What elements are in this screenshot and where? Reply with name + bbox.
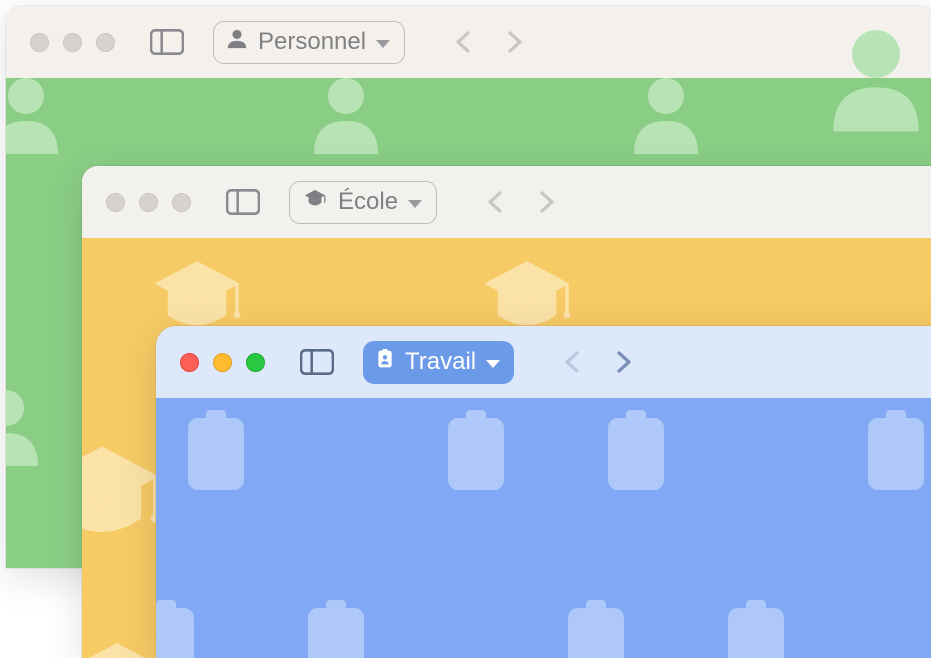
nav-arrows bbox=[453, 30, 525, 54]
profile-label: Travail bbox=[405, 348, 476, 376]
profile-label: École bbox=[338, 188, 398, 216]
back-button[interactable] bbox=[485, 190, 507, 214]
traffic-lights bbox=[106, 193, 191, 212]
content-area bbox=[156, 398, 931, 658]
forward-button[interactable] bbox=[503, 30, 525, 54]
close-button[interactable] bbox=[30, 33, 49, 52]
forward-button[interactable] bbox=[535, 190, 557, 214]
minimize-button[interactable] bbox=[139, 193, 158, 212]
profile-switcher-ecole[interactable]: École bbox=[289, 181, 437, 224]
close-button[interactable] bbox=[106, 193, 125, 212]
graduation-cap-icon bbox=[302, 188, 328, 217]
zoom-button[interactable] bbox=[246, 353, 265, 372]
nav-arrows bbox=[485, 190, 557, 214]
traffic-lights bbox=[30, 33, 115, 52]
chevron-down-icon bbox=[408, 200, 422, 208]
forward-button[interactable] bbox=[612, 350, 634, 374]
zoom-button[interactable] bbox=[172, 193, 191, 212]
safari-window-travail: Travail bbox=[156, 326, 931, 658]
zoom-button[interactable] bbox=[96, 33, 115, 52]
badge-icon bbox=[375, 347, 395, 378]
chevron-down-icon bbox=[486, 360, 500, 368]
traffic-lights bbox=[180, 353, 265, 372]
back-button[interactable] bbox=[453, 30, 475, 54]
toolbar: Travail bbox=[156, 326, 931, 398]
close-button[interactable] bbox=[180, 353, 199, 372]
back-button[interactable] bbox=[562, 350, 584, 374]
sidebar-toggle-button[interactable] bbox=[145, 27, 189, 57]
sidebar-toggle-button[interactable] bbox=[295, 347, 339, 377]
toolbar: École bbox=[82, 166, 931, 238]
minimize-button[interactable] bbox=[213, 353, 232, 372]
sidebar-toggle-button[interactable] bbox=[221, 187, 265, 217]
minimize-button[interactable] bbox=[63, 33, 82, 52]
nav-arrows bbox=[562, 350, 634, 374]
profile-switcher-personnel[interactable]: Personnel bbox=[213, 21, 405, 64]
person-icon bbox=[226, 28, 248, 57]
profile-label: Personnel bbox=[258, 28, 366, 56]
chevron-down-icon bbox=[376, 40, 390, 48]
toolbar: Personnel bbox=[6, 6, 931, 78]
profile-switcher-travail[interactable]: Travail bbox=[363, 341, 514, 384]
